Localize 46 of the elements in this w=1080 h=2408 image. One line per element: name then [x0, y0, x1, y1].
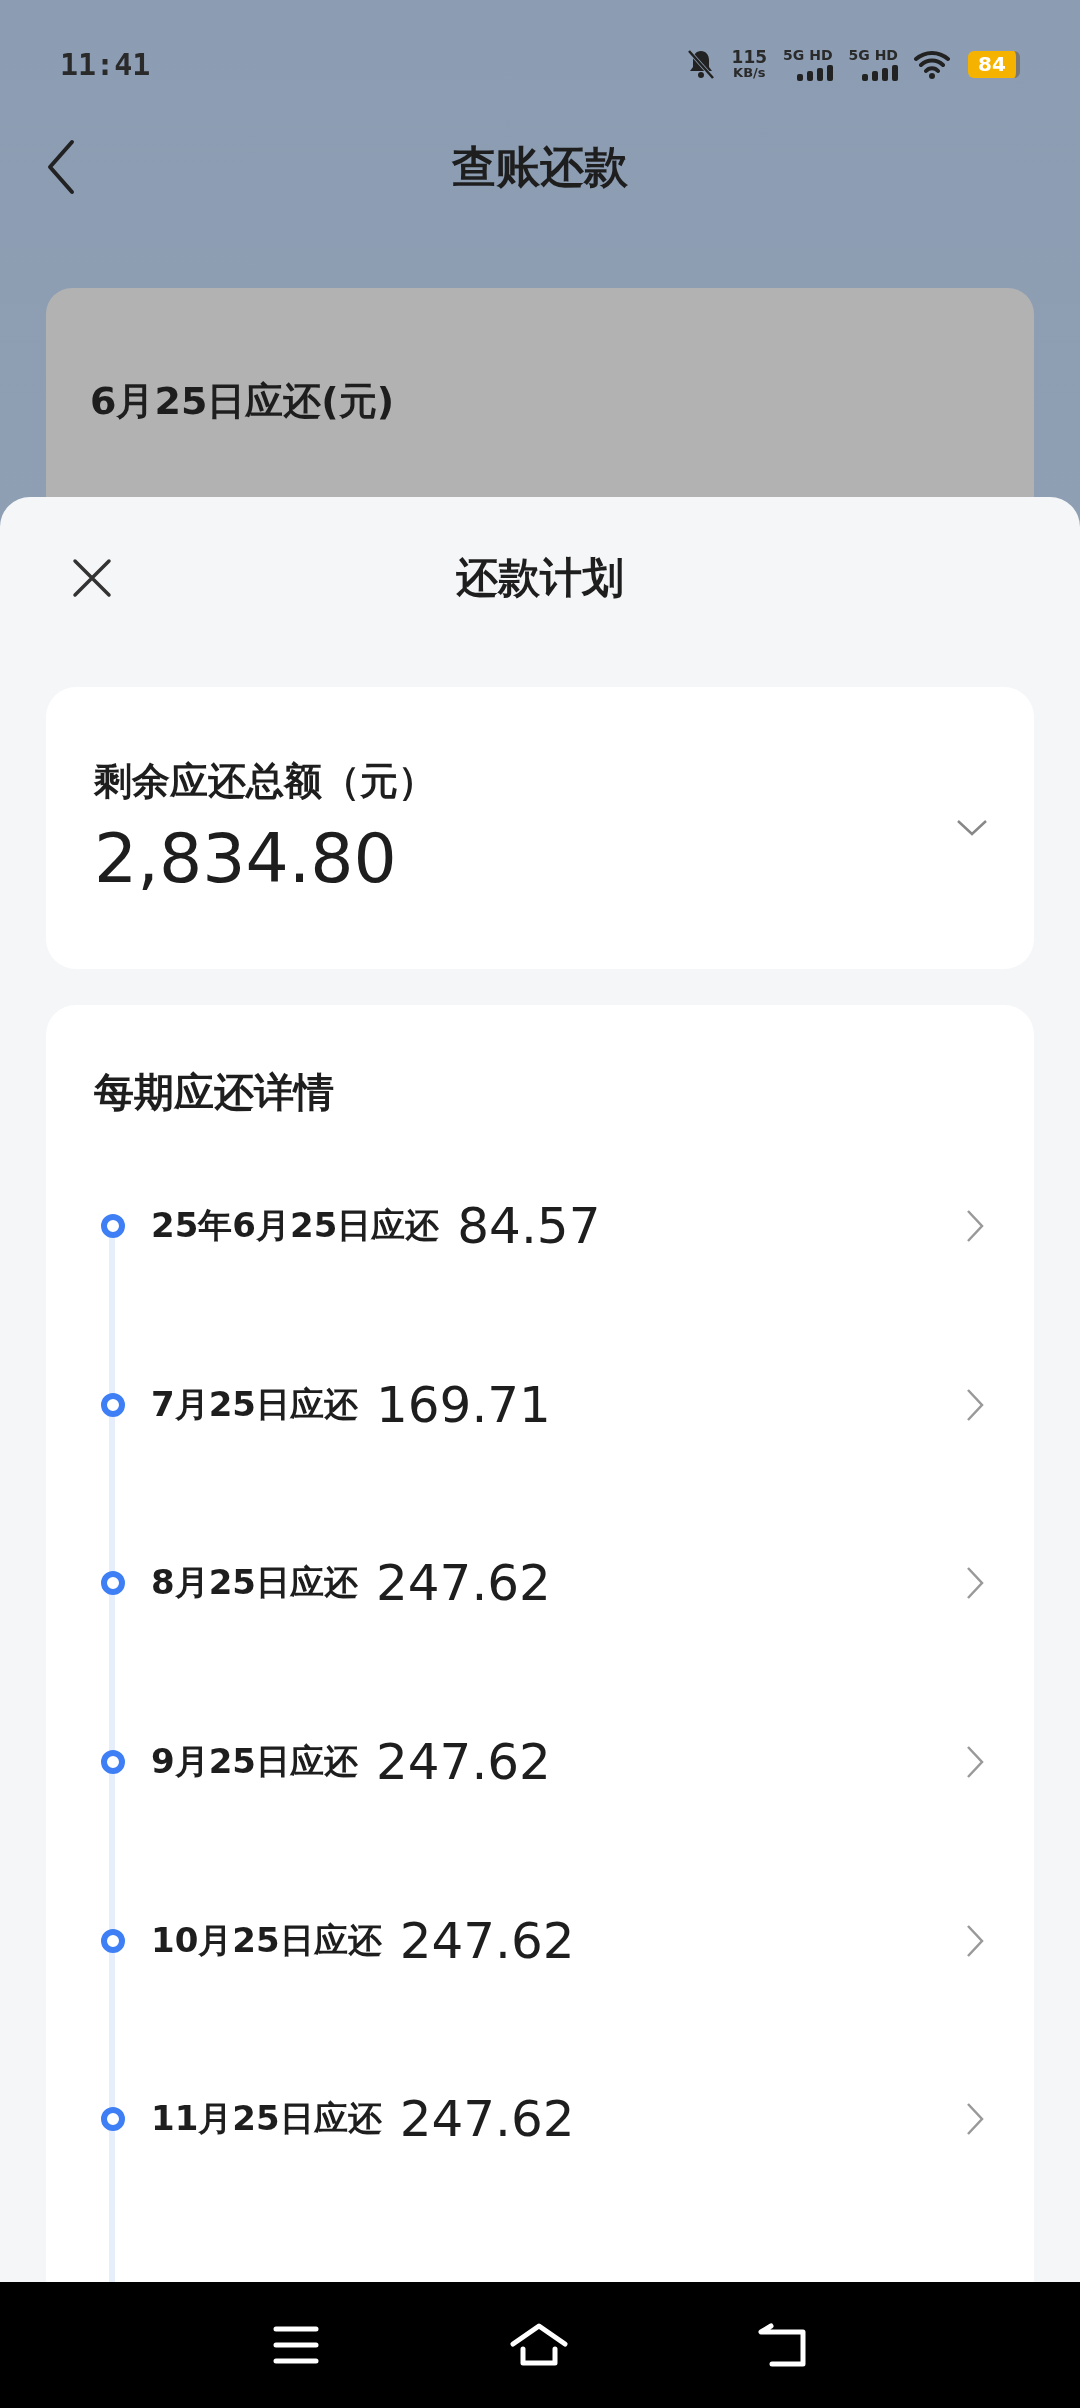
clock-time: 11:41 — [60, 46, 151, 82]
signal-icon — [796, 64, 833, 81]
sheet-title: 还款计划 — [456, 552, 624, 604]
timeline-dot — [101, 1392, 125, 1417]
chevron-right-icon[interactable] — [966, 2102, 984, 2137]
timeline-dot — [101, 1928, 125, 1953]
network-type: 5G HD — [783, 47, 833, 62]
due-date: 8月25日应还 — [151, 1561, 358, 1605]
due-amount: 169.71 — [376, 1375, 551, 1434]
due-date: 9月25日应还 — [151, 1740, 358, 1784]
wifi-icon — [914, 49, 952, 79]
chevron-right-icon[interactable] — [966, 1566, 984, 1601]
back-icon[interactable] — [46, 139, 76, 195]
chevron-right-icon[interactable] — [966, 1387, 984, 1422]
timeline-dot — [101, 1571, 125, 1596]
page-title: 查账还款 — [452, 139, 628, 194]
due-date: 11月25日应还 — [151, 2097, 382, 2141]
due-amount: 247.62 — [399, 1911, 575, 1970]
muted-bell-icon — [685, 48, 716, 80]
chevron-right-icon[interactable] — [966, 1209, 984, 1244]
close-icon[interactable] — [72, 558, 112, 598]
schedule-title: 每期应还详情 — [94, 1068, 334, 1117]
network-type: 5G HD — [848, 47, 898, 62]
chevron-right-icon[interactable] — [966, 1745, 984, 1780]
home-icon[interactable] — [510, 2323, 568, 2367]
due-date: 7月25日应还 — [151, 1382, 358, 1426]
due-date: 10月25日应还 — [151, 1918, 382, 1962]
speed-unit: KB/s — [733, 66, 766, 79]
total-amount: 2,834.80 — [94, 819, 398, 899]
return-icon[interactable] — [758, 2323, 808, 2367]
battery-level: 84 — [978, 52, 1006, 76]
due-amount: 84.57 — [457, 1197, 601, 1256]
menu-icon[interactable] — [272, 2325, 320, 2365]
chevron-right-icon[interactable] — [966, 1923, 984, 1958]
total-label: 剩余应还总额（元） — [94, 758, 436, 805]
timeline-dot — [101, 2107, 125, 2132]
due-amount: 247.62 — [399, 2090, 575, 2149]
timeline-dot — [101, 1750, 125, 1775]
due-label: 6月25日应还(元) — [90, 378, 395, 425]
chevron-down-icon[interactable] — [956, 819, 988, 837]
due-amount: 247.62 — [376, 1733, 551, 1792]
due-amount: 247.62 — [376, 1554, 551, 1613]
network-speed: 115 — [731, 49, 768, 66]
signal-icon — [862, 64, 898, 81]
due-date: 25年6月25日应还 — [151, 1204, 440, 1248]
timeline-dot — [101, 1214, 125, 1239]
